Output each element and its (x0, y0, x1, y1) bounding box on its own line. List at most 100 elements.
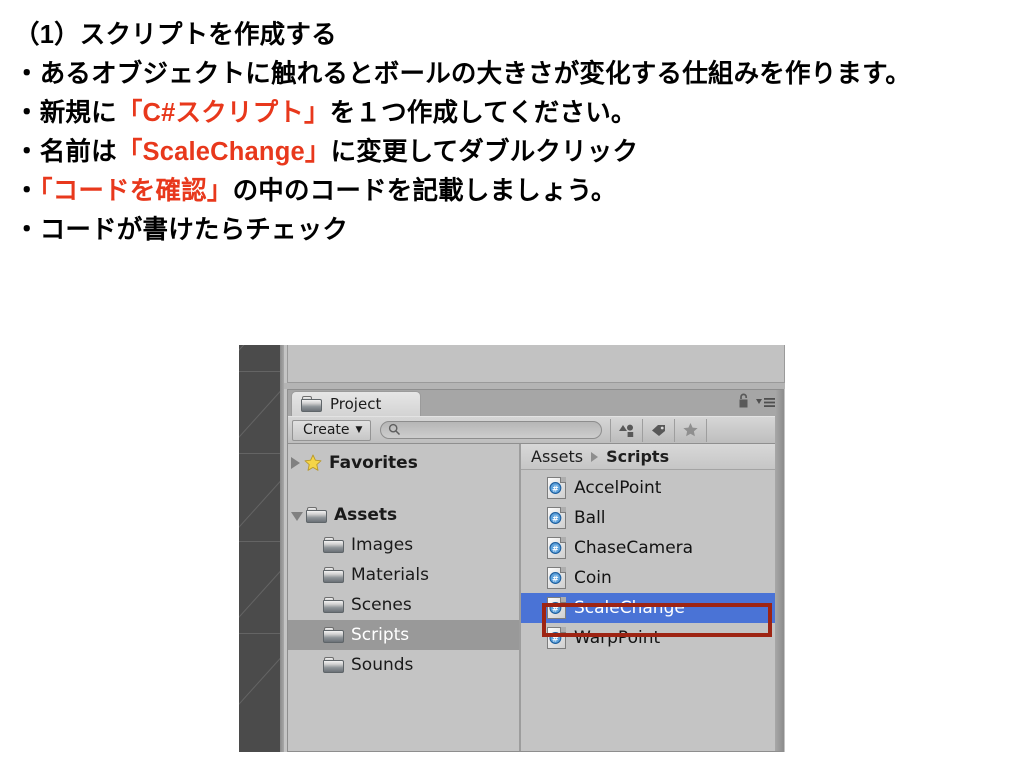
file-row-accelpoint-label: AccelPoint (574, 478, 662, 498)
slide-text-block: （1）スクリプトを作成する ・あるオブジェクトに触れるとボールの大きさが変化する… (14, 16, 1010, 250)
file-row-chasecamera[interactable]: # ChaseCamera (521, 533, 784, 563)
tab-project[interactable]: Project (291, 391, 421, 416)
create-button[interactable]: Create ▼ (292, 419, 372, 441)
file-row-ball[interactable]: # Ball (521, 503, 784, 533)
csharp-script-icon: # (547, 507, 566, 529)
project-toolbar: Create ▼ (287, 416, 784, 444)
slide-line-2: ・あるオブジェクトに触れるとボールの大きさが変化する仕組みを作ります。 (14, 55, 1010, 94)
file-row-chasecamera-label: ChaseCamera (574, 538, 694, 558)
tree-item-sounds-label: Sounds (351, 655, 414, 675)
slide-line-5-suffix: の中のコードを記載しましょう。 (232, 177, 617, 205)
svg-text:#: # (552, 544, 559, 553)
project-content: Favorites Assets Images Materials Scenes… (287, 444, 784, 752)
slide-line-3-prefix: ・新規に (14, 99, 117, 127)
svg-text:#: # (552, 484, 559, 493)
label-filter-icon[interactable] (643, 418, 676, 442)
file-row-warppoint-label: WarpPoint (574, 628, 661, 648)
tree-item-favorites[interactable]: Favorites (287, 448, 519, 478)
slide-line-4-suffix: に変更してダブルクリック (330, 138, 639, 166)
type-filter-icon[interactable] (610, 418, 644, 442)
file-row-ball-label: Ball (574, 508, 606, 528)
project-tab-bar: Project (287, 389, 784, 416)
file-row-scalechange-label: ScaleChange (574, 598, 685, 618)
csharp-script-icon: # (547, 537, 566, 559)
slide-line-3-highlight: 「C#スクリプト」 (116, 99, 330, 127)
vertical-scrollbar[interactable] (775, 389, 784, 752)
slide-line-5-highlight: 「コードを確認」 (39, 177, 233, 205)
folder-icon (323, 597, 344, 613)
favorites-filter-icon[interactable] (675, 418, 708, 442)
file-row-coin-label: Coin (574, 568, 612, 588)
csharp-script-icon: # (547, 627, 566, 649)
file-list: # AccelPoint # Ball # ChaseCamera # Coin… (521, 470, 784, 653)
tree-item-scripts[interactable]: Scripts (287, 620, 519, 650)
star-icon (304, 454, 322, 471)
csharp-script-icon: # (547, 567, 566, 589)
project-tree-pane: Favorites Assets Images Materials Scenes… (287, 444, 521, 752)
tree-item-sounds[interactable]: Sounds (287, 650, 519, 680)
breadcrumb-separator-icon (591, 451, 599, 462)
slide-line-2-text: ・あるオブジェクトに触れるとボールの大きさが変化する仕組みを作ります。 (14, 60, 911, 88)
tree-item-favorites-label: Favorites (329, 453, 418, 473)
tree-item-assets-label: Assets (334, 505, 398, 525)
csharp-script-icon: # (547, 477, 566, 499)
slide-line-6: ・コードが書けたらチェック (14, 211, 1010, 250)
breadcrumb-root[interactable]: Assets (531, 447, 583, 466)
folder-icon (323, 627, 344, 643)
file-row-accelpoint[interactable]: # AccelPoint (521, 473, 784, 503)
project-file-pane: Assets Scripts # AccelPoint # Ball # Cha… (521, 444, 784, 752)
tree-item-images[interactable]: Images (287, 530, 519, 560)
tree-item-materials-label: Materials (351, 565, 429, 585)
slide-line-4: ・名前は「ScaleChange」に変更してダブルクリック (14, 133, 1010, 172)
tab-controls (737, 393, 777, 413)
scene-view-divider (280, 345, 284, 752)
svg-text:#: # (552, 574, 559, 583)
hamburger-menu-icon[interactable] (755, 394, 777, 413)
svg-text:#: # (552, 634, 559, 643)
slide-line-5: ・「コードを確認」の中のコードを記載しましょう。 (14, 172, 1010, 211)
tree-item-materials[interactable]: Materials (287, 560, 519, 590)
tree-item-assets[interactable]: Assets (287, 500, 519, 530)
tree-item-scenes[interactable]: Scenes (287, 590, 519, 620)
folder-icon (323, 657, 344, 673)
search-icon (388, 421, 401, 440)
chevron-down-icon[interactable] (291, 511, 303, 521)
svg-text:#: # (552, 514, 559, 523)
folder-icon (323, 567, 344, 583)
slide-line-1-text: （1）スクリプトを作成する (14, 21, 337, 49)
file-row-coin[interactable]: # Coin (521, 563, 784, 593)
tree-item-scripts-label: Scripts (351, 625, 410, 645)
search-field[interactable] (380, 421, 603, 440)
svg-text:#: # (552, 604, 559, 613)
slide-line-3: ・新規に「C#スクリプト」を１つ作成してください。 (14, 94, 1010, 133)
file-row-warppoint[interactable]: # WarpPoint (521, 623, 784, 653)
filter-button-group (610, 418, 708, 442)
tree-item-images-label: Images (351, 535, 414, 555)
unity-editor-screenshot: Project Create ▼ Favorites Assets Images… (239, 345, 785, 752)
file-row-scalechange[interactable]: # ScaleChange (521, 593, 784, 623)
create-button-label: Create (303, 422, 350, 438)
folder-icon (323, 537, 344, 553)
chevron-down-icon: ▼ (355, 424, 363, 435)
slide-line-4-prefix: ・名前は (14, 138, 117, 166)
slide-line-1: （1）スクリプトを作成する (14, 16, 1010, 55)
slide-line-6-text: ・コードが書けたらチェック (14, 216, 349, 244)
folder-icon (306, 507, 327, 523)
lock-icon[interactable] (737, 393, 750, 413)
breadcrumb-current: Scripts (606, 447, 670, 466)
scene-view-strip (239, 345, 283, 752)
csharp-script-icon: # (547, 597, 566, 619)
chevron-right-icon[interactable] (291, 457, 300, 469)
slide-page: （1）スクリプトを作成する ・あるオブジェクトに触れるとボールの大きさが変化する… (0, 0, 1024, 768)
tab-project-label: Project (330, 394, 382, 413)
search-input[interactable] (405, 422, 580, 438)
project-window: Project Create ▼ Favorites Assets Images… (287, 389, 784, 752)
slide-line-4-highlight: 「ScaleChange」 (116, 138, 331, 166)
breadcrumb: Assets Scripts (521, 444, 784, 470)
folder-icon (301, 396, 322, 412)
slide-line-5-prefix: ・ (14, 177, 40, 205)
tree-item-scenes-label: Scenes (351, 595, 412, 615)
slide-line-3-suffix: を１つ作成してください。 (329, 99, 637, 127)
upper-empty-panel (287, 345, 785, 383)
